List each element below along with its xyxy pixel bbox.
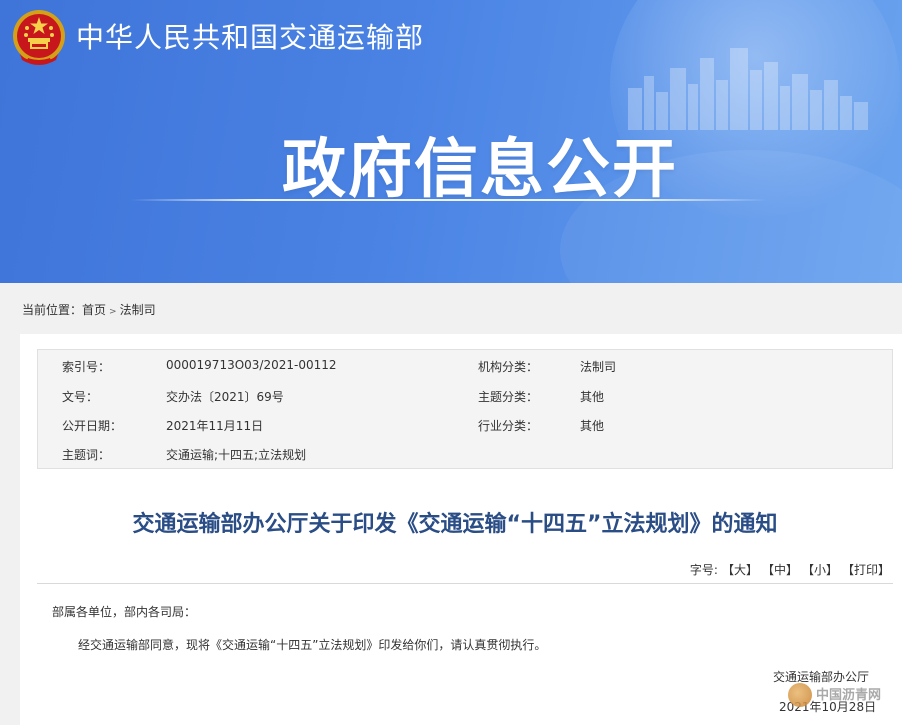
breadcrumb-prefix: 当前位置： (22, 303, 83, 317)
document-metadata-table: 索引号： 000019713O03/2021-00112 机构分类： 法制司 文… (37, 349, 893, 469)
meta-docno-label: 文号： (62, 390, 99, 404)
meta-index-value: 000019713O03/2021-00112 (166, 358, 337, 372)
article-body-paragraph: 经交通运输部同意，现将《交通运输“十四五”立法规划》印发给你们，请认真贯彻执行。 (78, 638, 547, 652)
watermark-text: 中国沥青网 (816, 688, 882, 703)
ministry-name[interactable]: 中华人民共和国交通运输部 (76, 16, 424, 56)
article-salutation: 部属各单位，部内各司局： (52, 605, 197, 619)
meta-docno-value: 交办法〔2021〕69号 (166, 390, 284, 404)
meta-date-value: 2021年11月11日 (166, 419, 264, 433)
breadcrumb-separator: > (109, 307, 117, 317)
meta-date-label: 公开日期： (62, 419, 123, 433)
meta-topic-value: 其他 (580, 390, 605, 404)
meta-index-label: 索引号： (62, 360, 111, 374)
font-small-button[interactable]: 【小】 (802, 561, 838, 578)
meta-industry-value: 其他 (580, 419, 605, 433)
meta-org-value: 法制司 (580, 360, 617, 374)
meta-org-label: 机构分类： (478, 360, 539, 374)
city-skyline-icon (628, 48, 868, 130)
meta-topic-label: 主题分类： (478, 390, 539, 404)
font-medium-button[interactable]: 【中】 (762, 561, 798, 578)
national-emblem-icon (13, 10, 65, 65)
banner-title: 政府信息公开 (282, 133, 678, 207)
article-signature: 交通运输部办公厅 (773, 670, 870, 684)
breadcrumb-home-link[interactable]: 首页 (82, 301, 106, 318)
article-tools: 字号: 【大】 【中】 【小】 【打印】 (690, 561, 890, 578)
font-large-button[interactable]: 【大】 (722, 561, 758, 578)
banner-title-underline (130, 199, 768, 201)
meta-keywords-value: 交通运输;十四五;立法规划 (166, 448, 307, 462)
article-title: 交通运输部办公厅关于印发《交通运输“十四五”立法规划》的通知 (132, 512, 778, 537)
header-banner: 中华人民共和国交通运输部 政府信息公开 (0, 0, 902, 283)
font-size-label: 字号: (689, 563, 718, 577)
meta-keywords-label: 主题词： (62, 448, 111, 462)
meta-industry-label: 行业分类： (478, 419, 539, 433)
title-divider (37, 583, 893, 584)
breadcrumb: 当前位置：首页 > 法制司 (22, 301, 156, 318)
breadcrumb-current-link[interactable]: 法制司 (120, 301, 156, 318)
print-button[interactable]: 【打印】 (842, 561, 890, 578)
watermark-logo-icon (788, 683, 812, 707)
